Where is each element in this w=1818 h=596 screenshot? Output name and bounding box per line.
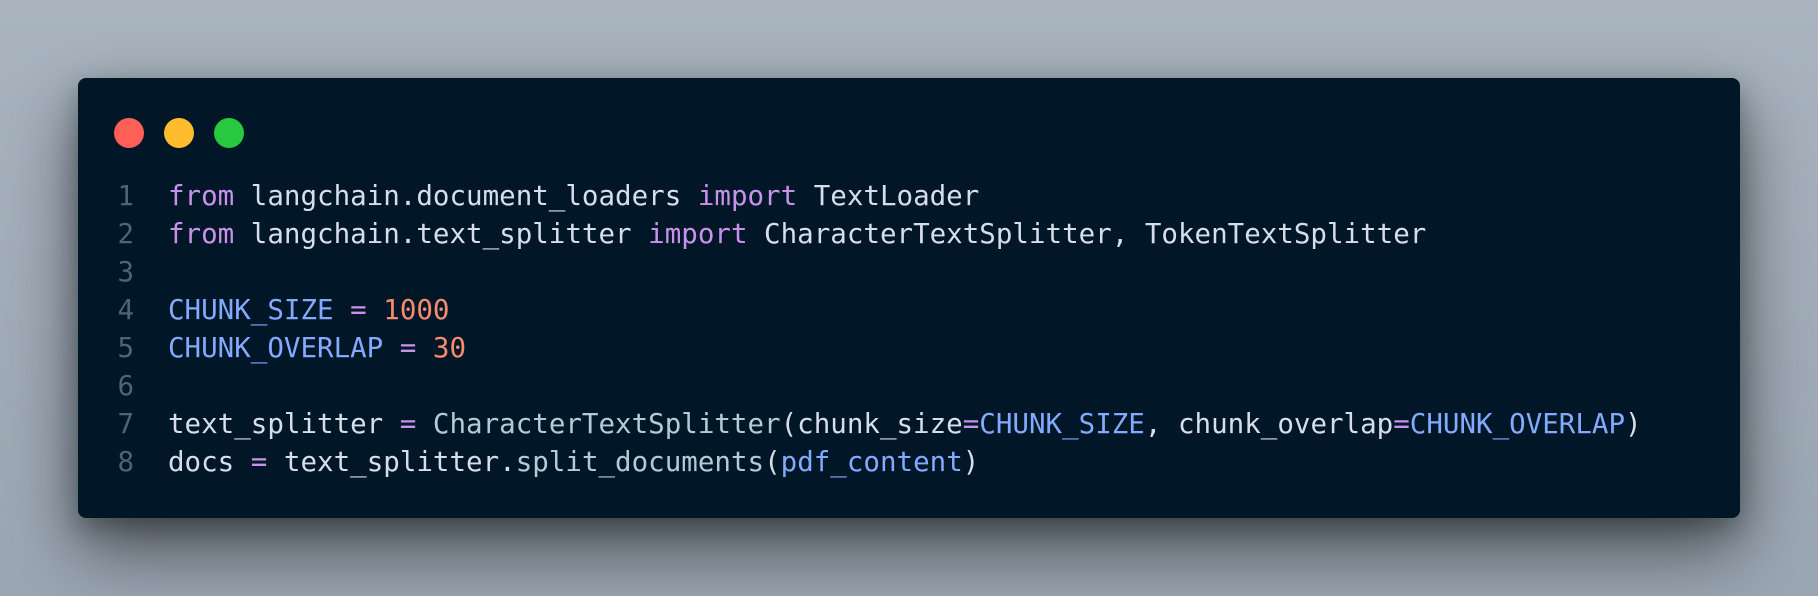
imported-names: CharacterTextSplitter, TokenTextSplitter <box>747 218 1427 250</box>
code-line-content: from langchain.document_loaders import T… <box>168 180 979 212</box>
assign-operator: = <box>399 408 417 440</box>
number-literal: 30 <box>432 332 467 364</box>
constant-name: CHUNK_OVERLAP <box>168 332 384 364</box>
variable-name: docs <box>168 446 235 478</box>
kwarg-operator: = <box>1393 408 1410 440</box>
call-open: ( <box>764 446 781 478</box>
object-name: text_splitter. <box>283 446 516 478</box>
call-open-arg: (chunk_size <box>780 408 963 440</box>
code-line-content: from langchain.text_splitter import Char… <box>168 218 1426 250</box>
call-close: ) <box>1625 408 1642 440</box>
argument-constant: CHUNK_SIZE <box>979 408 1145 440</box>
keyword-from: from <box>168 218 235 250</box>
code-window: 1 from langchain.document_loaders import… <box>78 78 1740 518</box>
module-name: langchain.text_splitter <box>234 218 649 250</box>
maximize-dot[interactable] <box>214 118 244 148</box>
kwarg-name: , chunk_overlap <box>1144 408 1394 440</box>
code-line-4: 4 CHUNK_SIZE = 1000 <box>78 291 1740 329</box>
line-number: 2 <box>117 218 134 250</box>
code-line-7: 7 text_splitter = CharacterTextSplitter(… <box>78 405 1740 443</box>
code-line-5: 5 CHUNK_OVERLAP = 30 <box>78 329 1740 367</box>
class-name: CharacterTextSplitter <box>432 408 781 440</box>
code-line-6: 6 <box>78 367 1740 405</box>
code-line-3: 3 <box>78 253 1740 291</box>
keyword-from: from <box>168 180 235 212</box>
line-number: 4 <box>117 294 134 326</box>
assign-operator: = <box>250 446 268 478</box>
imported-name: TextLoader <box>797 180 980 212</box>
module-name: langchain.document_loaders <box>234 180 698 212</box>
code-line-content: CHUNK_OVERLAP = 30 <box>168 332 466 364</box>
keyword-import: import <box>697 180 798 212</box>
window-controls <box>114 118 244 148</box>
minimize-dot[interactable] <box>164 118 194 148</box>
assign-operator: = <box>350 294 367 326</box>
line-number: 6 <box>117 370 134 402</box>
code-line-content: CHUNK_SIZE = 1000 <box>168 294 450 326</box>
line-number: 7 <box>117 408 134 440</box>
line-number: 1 <box>117 180 134 212</box>
variable-name: text_splitter <box>168 408 384 440</box>
code-line-8: 8 docs = text_splitter.split_documents(p… <box>78 443 1740 481</box>
argument-variable: pdf_content <box>780 446 963 478</box>
code-line-content: docs = text_splitter.split_documents(pdf… <box>168 446 979 478</box>
code-line-content: text_splitter = CharacterTextSplitter(ch… <box>168 408 1642 440</box>
assign-operator: = <box>399 332 417 364</box>
line-number: 8 <box>117 446 134 478</box>
line-number: 5 <box>117 332 134 364</box>
number-literal: 1000 <box>383 294 450 326</box>
close-dot[interactable] <box>114 118 144 148</box>
argument-constant: CHUNK_OVERLAP <box>1409 408 1626 440</box>
keyword-import: import <box>648 218 748 250</box>
line-number: 3 <box>117 256 134 288</box>
kwarg-operator: = <box>962 408 980 440</box>
constant-name: CHUNK_SIZE <box>168 294 334 326</box>
method-name: split_documents <box>515 446 765 478</box>
call-close: ) <box>962 446 980 478</box>
code-line-2: 2 from langchain.text_splitter import Ch… <box>78 215 1740 253</box>
code-line-1: 1 from langchain.document_loaders import… <box>78 177 1740 215</box>
code-block: 1 from langchain.document_loaders import… <box>78 177 1740 481</box>
